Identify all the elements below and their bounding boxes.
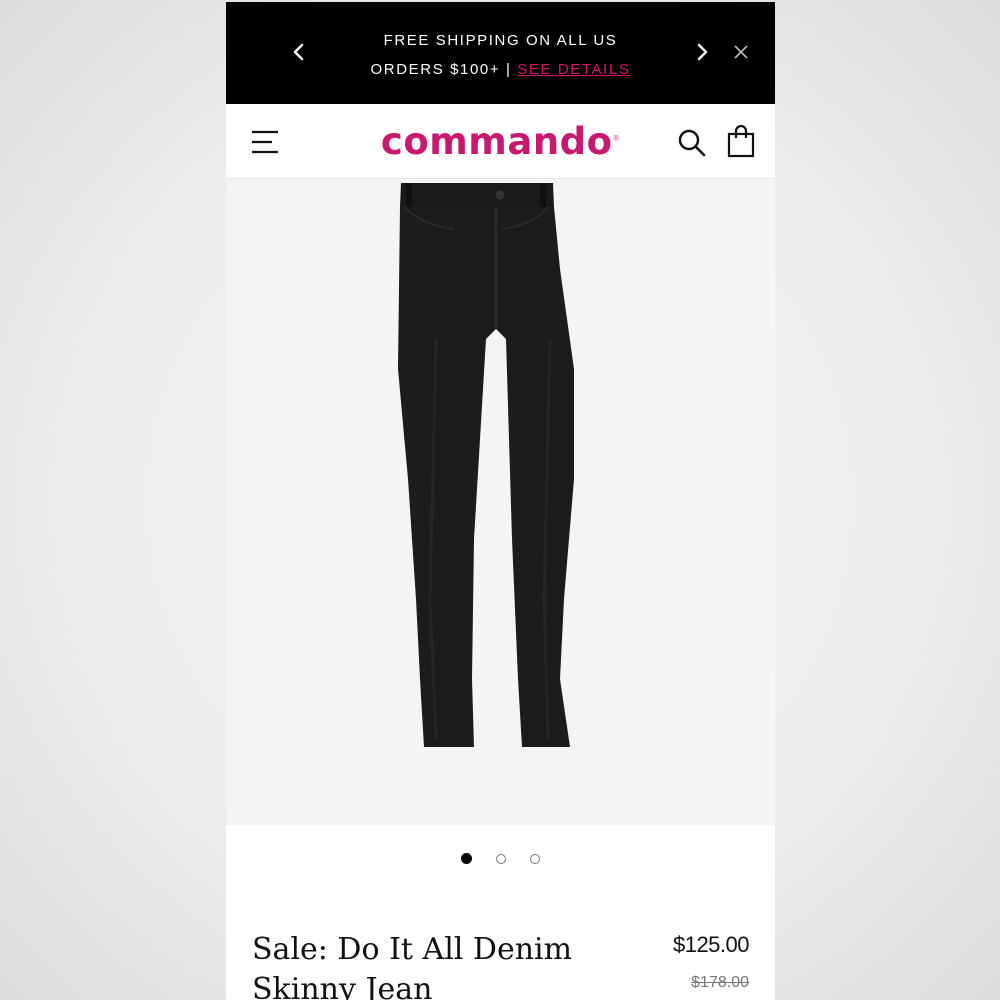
chevron-left-icon[interactable] (287, 38, 311, 66)
promo-line-2: ORDERS $100+ | SEE DETAILS (326, 55, 675, 84)
registered-mark: ® (612, 134, 621, 143)
sale-price: $125.00 (672, 932, 750, 957)
see-details-link[interactable]: SEE DETAILS (517, 61, 630, 78)
promo-message: FREE SHIPPING ON ALL US ORDERS $100+ | S… (326, 26, 675, 84)
shopping-bag-icon[interactable] (726, 124, 756, 159)
carousel-dot-3[interactable] (530, 854, 541, 864)
carousel-dots (226, 851, 775, 867)
promo-banner: FREE SHIPPING ON ALL US ORDERS $100+ | S… (226, 2, 775, 104)
product-title: Sale: Do It All Denim Skinny Jean (252, 932, 573, 1000)
promo-line-2-text: ORDERS $100+ | (370, 61, 512, 78)
brand-logo-text: commando (380, 120, 613, 163)
original-price: $178.00 (691, 974, 749, 991)
close-icon[interactable] (731, 42, 751, 62)
carousel-dot-2[interactable] (496, 854, 506, 864)
site-header: commando® (226, 104, 775, 179)
product-image[interactable] (226, 179, 775, 825)
carousel-dot-1[interactable] (460, 853, 472, 864)
promo-line-1: FREE SHIPPING ON ALL US (383, 32, 618, 49)
search-icon[interactable] (677, 128, 707, 158)
chevron-right-icon[interactable] (690, 38, 714, 66)
mobile-screen: FREE SHIPPING ON ALL US ORDERS $100+ | S… (226, 2, 775, 1000)
black-skinny-jeans-image (398, 183, 574, 747)
